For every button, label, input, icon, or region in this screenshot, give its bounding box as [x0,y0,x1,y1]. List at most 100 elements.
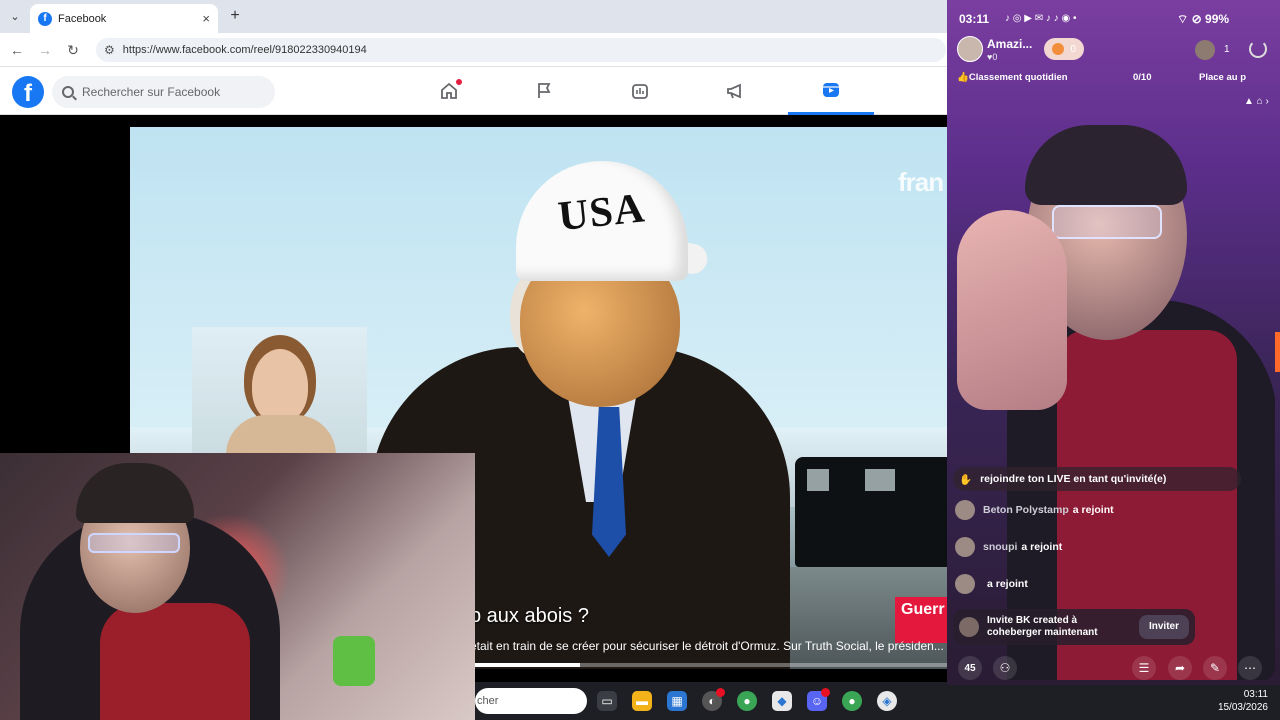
url-field[interactable]: ⚙ https://www.facebook.com/reel/91802233… [96,38,946,62]
host-avatar[interactable] [957,36,983,62]
streamer-hair [1025,125,1187,205]
chat-avatar [955,537,975,557]
comment-icon[interactable]: ☰ [1132,656,1156,680]
follow-count: 0 [1070,43,1076,55]
clock-time: 03:11 [1243,689,1268,700]
windows-taskbar: cher ▭ ▬ ▦ ◐ ● ◆ ☺ ● ◈ 03:11 15/03/2026 [475,682,1280,720]
status-time: 03:11 [959,12,990,26]
guests-icon[interactable]: ⚇ [993,656,1017,680]
webcam-shirt [100,603,250,720]
gaming-icon[interactable] [597,67,683,115]
chat-item: snoupi a rejoint [955,534,1062,560]
forward-arrow-icon[interactable]: → [36,41,54,59]
tab-title: Facebook [58,12,107,25]
share-icon[interactable]: ➦ [1168,656,1192,680]
side-edge-indicator [1275,332,1280,372]
facebook-logo-icon[interactable]: f [12,76,44,108]
more-options-icon[interactable]: ⋯ [1238,656,1262,680]
chat-text: a rejoint [1072,504,1114,516]
live-bottom-bar: 45 ⚇ ☰ ➦ ✎ ⋯ [947,652,1275,682]
webcam-hair [76,463,194,523]
home-icon[interactable] [406,67,492,115]
chat-avatar [955,500,975,520]
live-stream-view: 03:11 ♪ ◎ ▶ ✉ ♪ ♪ ◉ • ⌔ ⊘ 99% Amazi... ♥… [947,0,1275,682]
discord-icon[interactable]: ☺ [807,688,830,711]
facebook-header: f Rechercher sur Facebook [0,67,947,115]
taskbar-clock[interactable]: 03:11 15/03/2026 [1218,688,1268,714]
webcam-lamp [333,636,375,686]
webcam-glasses [88,533,180,553]
megaphone-icon[interactable] [692,67,778,115]
magic-wand-icon[interactable]: ✎ [1203,656,1227,680]
video-progress-fill [470,663,580,667]
host-likes: ♥0 [987,52,998,62]
chat-item: a rejoint [955,571,1028,597]
reload-icon[interactable]: ↻ [64,41,82,59]
viewer-avatar[interactable] [1195,40,1215,60]
host-name[interactable]: Amazi... [987,37,1032,51]
video-headline: p aux abois ? [470,605,589,627]
webcam-overlay [0,453,475,720]
news-badge: Guerr Moye [895,597,947,643]
end-live-icon[interactable] [1249,40,1267,58]
follow-button[interactable]: 0 [1044,38,1084,60]
join-banner[interactable]: ✋ rejoindre ton LIVE en tant qu'invité(e… [953,467,1241,491]
chat-name: snoupi [983,541,1018,553]
back-arrow-icon[interactable]: ← [8,41,26,59]
chat-avatar [955,574,975,594]
store-icon[interactable]: ▦ [667,691,687,711]
facebook-search-input[interactable]: Rechercher sur Facebook [52,76,275,108]
chat-name: Beton Polystamp [983,504,1069,516]
place-label: Place au p [1199,72,1246,83]
site-settings-icon[interactable]: ⚙ [104,43,115,57]
task-view-icon[interactable]: ▭ [597,691,617,711]
search-placeholder: Rechercher sur Facebook [82,85,221,99]
join-banner-text: rejoindre ton LIVE en tant qu'invité(e) [980,473,1167,485]
limousine-shape [795,457,947,567]
chat-text: a rejoint [987,578,1028,590]
status-battery: ⌔ ⊘ 99% [1177,12,1230,26]
invite-button[interactable]: Inviter [1138,615,1189,639]
ranking-label: 👍 Classement quotidien [957,72,1068,83]
chat-item: Beton Polystamp a rejoint [955,497,1114,523]
video-progress-bar[interactable] [470,663,947,667]
streamer-glasses [1052,205,1162,239]
taskbar-search-text: cher [477,695,499,707]
goal-progress: 0/10 [1133,72,1152,83]
hand-icon: ✋ [959,473,973,486]
shield-icon[interactable]: ◈ [877,691,897,711]
browser-tab-facebook[interactable]: f Facebook × [30,4,218,33]
cohost-invite-card: Invite BK created à coheberger maintenan… [953,609,1195,645]
url-text: https://www.facebook.com/reel/9180223309… [122,44,367,56]
app-icon[interactable]: ◐ [702,688,725,711]
address-toolbar: ← → ↻ ⚙ https://www.facebook.com/reel/91… [0,33,947,67]
tab-list-chevron-icon[interactable]: ⌄ [6,7,24,25]
flag-icon[interactable] [501,67,587,115]
channel-logo: fran [898,167,944,197]
invitee-avatar [959,617,979,637]
new-tab-button[interactable]: + [226,6,244,26]
facebook-favicon-icon: f [38,11,52,26]
viewer-count: 1 [1224,44,1230,55]
battery-percent: 99% [1205,12,1230,26]
viewer-count-button[interactable]: 45 [958,656,982,680]
chrome-profile-icon[interactable]: ● [842,691,862,711]
status-app-icons: ♪ ◎ ▶ ✉ ♪ ♪ ◉ • [1005,13,1077,24]
reels-icon[interactable] [788,67,874,115]
chat-text: a rejoint [1021,541,1063,553]
video-ticker: était en train de se créer pour sécurise… [470,639,944,653]
browser-app-icon[interactable]: ◆ [772,691,792,711]
streamer-hand [957,210,1067,410]
clock-date: 15/03/2026 [1217,702,1268,713]
ranking-row[interactable]: 👍 Classement quotidien 0/10 Place au p [957,72,1275,86]
heart-icon [1052,43,1065,55]
file-explorer-icon[interactable]: ▬ [632,691,652,711]
taskbar-search[interactable]: cher [475,688,587,714]
home-small-icon[interactable]: ▲ ⌂ › [1244,96,1269,107]
chrome-icon[interactable]: ● [737,691,757,711]
phone-live-panel: 03:11 ♪ ◎ ▶ ✉ ♪ ♪ ◉ • ⌔ ⊘ 99% Amazi... ♥… [947,0,1280,685]
close-tab-icon[interactable]: × [202,11,210,26]
search-icon [62,86,74,98]
browser-tab-bar: ⌄ f Facebook × + [0,0,947,33]
invite-text: Invite BK created à coheberger maintenan… [987,615,1098,638]
